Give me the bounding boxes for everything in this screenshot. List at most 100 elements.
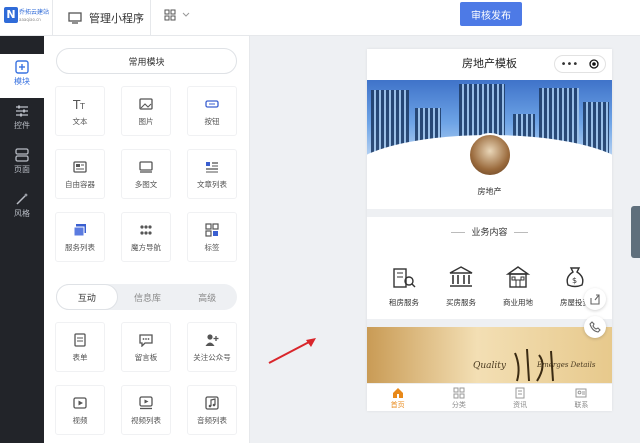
button-icon [205,100,219,108]
more-dots-icon: ••• [560,58,579,70]
monitor-icon [68,12,82,24]
nav-label: 控件 [14,121,30,130]
multi-image-icon [139,161,153,173]
category-icon [453,387,465,399]
service-commercial[interactable]: 商业用地 [493,265,543,308]
service-label: 租房服务 [389,298,419,307]
module-text[interactable]: TT 文本 [55,86,105,136]
nav-item-modules[interactable]: 模块 [0,54,44,98]
plus-square-icon [15,60,29,74]
module-label: 标签 [204,243,220,252]
module-label: 自由容器 [65,180,95,189]
module-article-list[interactable]: 文章列表 [187,149,237,199]
module-label: 服务列表 [65,243,95,252]
module-tag[interactable]: 标签 [187,212,237,262]
module-label: 表单 [72,353,88,362]
phone-icon [589,321,601,333]
nav-label: 模块 [14,77,30,86]
nav-item-pages[interactable]: 页面 [0,142,44,186]
tab-interact[interactable]: 互动 [56,284,118,310]
tabbar-news[interactable]: 资讯 [490,384,551,411]
message-board-icon [139,334,153,347]
logo[interactable]: N 乔拓云建站 aaaqiao.cn [4,5,50,31]
module-label: 音频列表 [197,416,227,425]
service-rent[interactable]: 租房服务 [379,265,429,308]
phone-float-button[interactable] [584,316,606,338]
tabbar-category[interactable]: 分类 [428,384,489,411]
svg-text:T: T [79,102,85,111]
chevron-down-icon [182,12,190,17]
form-icon [74,333,86,347]
tab-info-library[interactable]: 信息库 [118,284,178,310]
rent-house-icon [393,268,416,288]
module-label: 视频列表 [131,416,161,425]
logo-text: 乔拓云建站 [19,9,50,16]
module-label: 多图文 [134,180,158,189]
target-icon [589,59,600,69]
pages-icon [15,148,29,162]
text-icon: TT [73,98,85,111]
nav-item-style[interactable]: 风格 [0,186,44,230]
bottom-tabbar: 首页 分类 资讯 联系 [367,383,612,411]
module-service-list[interactable]: 服务列表 [55,212,105,262]
svg-text:$: $ [572,276,577,285]
nav-item-controls[interactable]: 控件 [0,98,44,142]
publish-button[interactable]: 审核发布 [460,2,522,26]
logo-sub: aaaqiao.cn [19,17,41,22]
module-video[interactable]: 视频 [55,385,105,435]
section-title: 业务内容 [367,225,612,238]
module-label: 文本 [72,117,88,126]
promo-banner-image[interactable]: Quality Emerges Details [367,327,612,383]
share-icon [590,294,600,305]
nav-label: 页面 [14,165,30,174]
module-form[interactable]: 表单 [55,322,105,372]
divider [52,0,53,36]
red-arrow-annotation-icon [268,338,316,364]
grid-icon [164,9,176,21]
sliders-icon [16,105,28,117]
tag-icon [205,223,219,237]
left-nav: 模块 控件 页面 风格 [0,36,44,443]
nav-label: 风格 [14,209,30,218]
module-image[interactable]: 图片 [121,86,171,136]
video-list-icon [139,396,153,410]
brand-avatar[interactable] [468,133,512,177]
manage-miniprogram-button[interactable]: 管理小程序 [68,9,144,27]
module-cube-nav[interactable]: 魔方导航 [121,212,171,262]
divider [150,0,151,36]
module-video-list[interactable]: 视频列表 [121,385,171,435]
module-message-board[interactable]: 留言板 [121,322,171,372]
module-free-container[interactable]: 自由容器 [55,149,105,199]
side-panel-toggle[interactable] [631,206,640,258]
miniprogram-capsule[interactable]: ••• [554,55,606,73]
cube-nav-icon [140,225,152,235]
container-icon [73,161,87,173]
banner-text: Quality [473,361,506,371]
home-icon [392,388,403,398]
common-modules-header[interactable]: 常用模块 [56,48,237,74]
top-bar: N 乔拓云建站 aaaqiao.cn 管理小程序 审核发布 [0,0,640,36]
service-buy[interactable]: 买房服务 [436,265,486,308]
module-audio-list[interactable]: 音频列表 [187,385,237,435]
manage-label: 管理小程序 [89,12,144,25]
tabbar-home[interactable]: 首页 [367,384,428,411]
video-icon [73,397,87,409]
module-button[interactable]: 按钮 [187,86,237,136]
bank-building-icon [449,266,473,287]
share-float-button[interactable] [584,288,606,310]
module-label: 图片 [138,117,154,126]
tabbar-contact[interactable]: 联系 [551,384,612,411]
tab-advanced[interactable]: 高级 [177,284,237,310]
contact-icon [575,388,587,398]
module-follow-account[interactable]: 关注公众号 [187,322,237,372]
phone-preview: 房地产模板 ••• 房地产 业务内容 租房服务 买房服务 商业用地 $ 房屋投资… [367,49,612,411]
audio-list-icon [205,396,219,410]
service-label: 商业用地 [503,298,533,307]
component-panel: 常用模块 TT 文本 图片 按钮 自由容器 多图文 文章列表 服务列表 魔方导航… [44,36,250,443]
follow-icon [205,334,219,346]
commercial-land-icon [505,266,531,288]
module-label: 按钮 [204,117,220,126]
apps-dropdown[interactable] [164,9,190,21]
module-label: 留言板 [134,353,158,362]
module-multi-image[interactable]: 多图文 [121,149,171,199]
